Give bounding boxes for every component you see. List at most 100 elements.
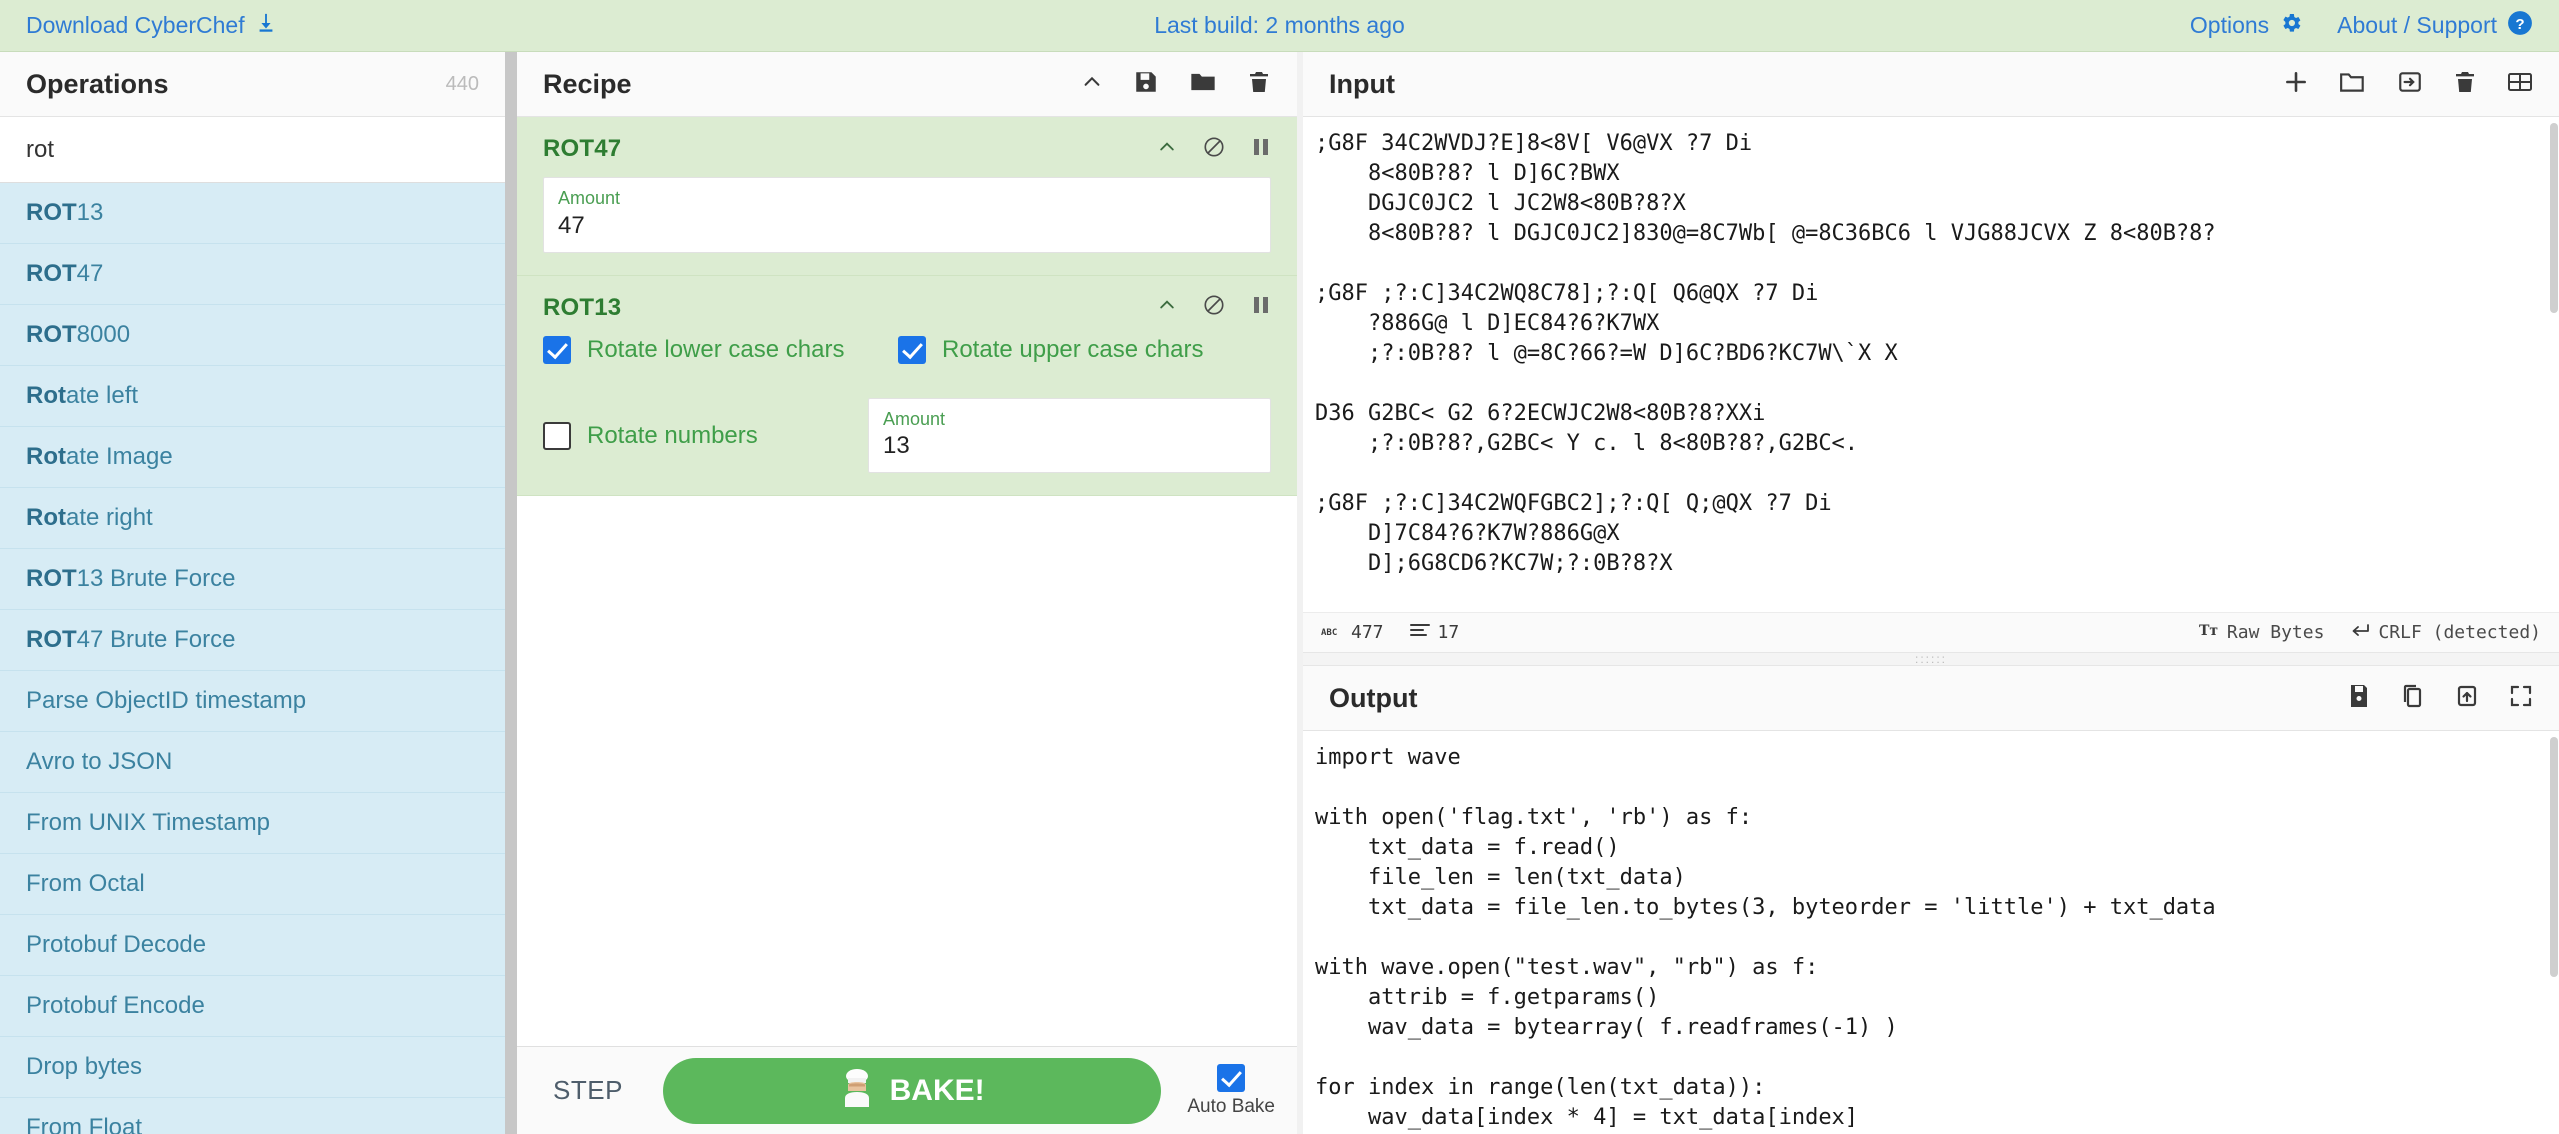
output-title: Output bbox=[1329, 682, 1418, 713]
ingredient-value[interactable]: 13 bbox=[883, 430, 1256, 461]
input-text[interactable]: ;G8F 34C2WVDJ?E]8<8V[ V6@VX ?7 Di 8<80B?… bbox=[1315, 129, 2559, 579]
options-button[interactable]: Options bbox=[2190, 11, 2303, 41]
operations-search-input[interactable] bbox=[0, 117, 505, 183]
abc-icon: ABC bbox=[1321, 622, 1343, 643]
ingredient-checkbox[interactable] bbox=[543, 335, 571, 364]
input-header-icons bbox=[2283, 69, 2533, 100]
ingredient-field[interactable]: Amount 13 bbox=[868, 397, 1271, 474]
operation-label: From Float bbox=[26, 1114, 143, 1134]
download-cyberchef-link[interactable]: Download CyberChef bbox=[26, 12, 277, 40]
ingredient-checkbox-group[interactable]: Rotate lower case chars bbox=[543, 335, 898, 364]
open-input-icon[interactable] bbox=[2397, 69, 2423, 100]
chevron-up-icon[interactable] bbox=[1081, 71, 1103, 98]
save-recipe-icon[interactable] bbox=[1133, 69, 1159, 100]
chevron-up-icon[interactable] bbox=[1157, 137, 1177, 162]
operations-header: Operations 440 bbox=[0, 52, 505, 117]
input-line-ending-button[interactable]: CRLF (detected) bbox=[2350, 622, 2541, 643]
operation-list-item[interactable]: From UNIX Timestamp bbox=[0, 793, 505, 854]
operation-label: ate Image bbox=[65, 443, 173, 470]
operation-list-item[interactable]: ROT 47 bbox=[0, 244, 505, 305]
operation-list-item[interactable]: Protobuf Encode bbox=[0, 976, 505, 1037]
input-scrollbar[interactable] bbox=[2549, 117, 2559, 612]
ingredient-label: Amount bbox=[558, 188, 621, 208]
operation-label: Parse ObjectID timestamp bbox=[26, 687, 307, 714]
input-encoding-button[interactable]: Tт Raw Bytes bbox=[2199, 622, 2325, 643]
recipe-operation-header: ROT13 bbox=[517, 276, 1297, 332]
auto-bake-toggle[interactable]: Auto Bake bbox=[1187, 1063, 1275, 1118]
operation-list-item[interactable]: From Octal bbox=[0, 854, 505, 915]
operation-match-prefix: Rot bbox=[26, 504, 66, 531]
operation-label: 47 bbox=[76, 260, 104, 287]
operation-label: From Octal bbox=[26, 870, 145, 897]
add-tab-icon[interactable] bbox=[2283, 69, 2309, 100]
enter-icon bbox=[2350, 622, 2370, 643]
gear-icon bbox=[2279, 11, 2303, 41]
output-text[interactable]: import wave with open('flag.txt', 'rb') … bbox=[1315, 743, 2559, 1134]
operation-list-item[interactable]: From Float bbox=[0, 1098, 505, 1134]
ingredient-checkbox-group[interactable]: Rotate upper case chars bbox=[898, 335, 1203, 364]
recipe-operations-list[interactable]: ROT47 Amount 47 ROT13 Rotate lower case char… bbox=[517, 117, 1297, 1046]
recipe-operation[interactable]: ROT13 Rotate lower case chars Rotate upper… bbox=[517, 275, 1297, 497]
bake-button[interactable]: BAKE! bbox=[662, 1057, 1162, 1124]
operation-label: 47 Brute Force bbox=[76, 626, 236, 653]
output-editor[interactable]: import wave with open('flag.txt', 'rb') … bbox=[1303, 731, 2559, 1134]
operation-list-item[interactable]: Rot ate Image bbox=[0, 427, 505, 488]
ingredient-field[interactable]: Amount 47 bbox=[543, 177, 1271, 253]
operation-list-item[interactable]: Rot ate right bbox=[0, 488, 505, 549]
pause-icon[interactable] bbox=[1251, 136, 1271, 163]
input-editor[interactable]: ;G8F 34C2WVDJ?E]8<8V[ V6@VX ?7 Di 8<80B?… bbox=[1303, 117, 2559, 612]
folder-open-icon[interactable] bbox=[2339, 69, 2367, 100]
lines-icon bbox=[1409, 622, 1430, 643]
operation-label: Avro to JSON bbox=[26, 748, 173, 775]
replace-input-icon[interactable] bbox=[2455, 683, 2479, 714]
ingredient-checkbox-group[interactable]: Rotate numbers bbox=[543, 421, 868, 450]
input-length-value: 477 bbox=[1351, 622, 1384, 643]
ingredient-checkbox-label: Rotate lower case chars bbox=[587, 335, 845, 363]
input-length-group: ABC 477 bbox=[1321, 622, 1384, 643]
save-output-icon[interactable] bbox=[2347, 683, 2371, 714]
operation-match-prefix: ROT bbox=[26, 199, 77, 226]
input-output-splitter[interactable]: :::::: bbox=[1303, 652, 2559, 666]
operation-label: ate left bbox=[65, 382, 139, 409]
text-format-icon: Tт bbox=[2199, 622, 2219, 643]
trash-icon[interactable] bbox=[1247, 70, 1271, 99]
operations-title: Operations bbox=[26, 68, 169, 99]
operation-match-prefix: ROT bbox=[26, 260, 77, 287]
reset-layout-icon[interactable] bbox=[2507, 70, 2533, 99]
clear-io-icon[interactable] bbox=[2453, 70, 2477, 99]
last-build-link[interactable]: Last build: 2 months ago bbox=[1154, 12, 1405, 39]
operation-label: Protobuf Decode bbox=[26, 931, 207, 958]
operation-list-item[interactable]: Parse ObjectID timestamp bbox=[0, 671, 505, 732]
operation-list-item[interactable]: ROT 8000 bbox=[0, 305, 505, 366]
operation-label: 8000 bbox=[76, 321, 131, 348]
maximise-icon[interactable] bbox=[2509, 684, 2533, 713]
ingredient-checkbox[interactable] bbox=[898, 335, 926, 364]
ingredient-value[interactable]: 47 bbox=[558, 210, 1256, 241]
operation-list-item[interactable]: ROT 13 bbox=[0, 183, 505, 244]
copy-icon[interactable] bbox=[2401, 683, 2425, 714]
operation-list-item[interactable]: Avro to JSON bbox=[0, 732, 505, 793]
ingredient-checkbox[interactable] bbox=[543, 421, 571, 450]
operation-list-item[interactable]: ROT 13 Brute Force bbox=[0, 549, 505, 610]
input-lines-value: 17 bbox=[1437, 622, 1460, 643]
operation-list-item[interactable]: ROT 47 Brute Force bbox=[0, 610, 505, 671]
pause-icon[interactable] bbox=[1251, 294, 1271, 321]
disable-icon[interactable] bbox=[1203, 294, 1225, 321]
step-button[interactable]: STEP bbox=[539, 1067, 637, 1114]
operation-list-item[interactable]: Rot ate left bbox=[0, 366, 505, 427]
operation-list-item[interactable]: Protobuf Decode bbox=[0, 915, 505, 976]
auto-bake-label: Auto Bake bbox=[1187, 1095, 1275, 1117]
operations-recipe-splitter[interactable] bbox=[505, 52, 517, 1134]
about-support-button[interactable]: About / Support ? bbox=[2337, 10, 2533, 42]
operations-list[interactable]: ROT 13 ROT 47 ROT 8000 Rot ate left Rot ate Image… bbox=[0, 183, 505, 1134]
disable-icon[interactable] bbox=[1203, 136, 1225, 163]
banner-right-group: Options About / Support ? bbox=[2190, 10, 2533, 42]
recipe-operation[interactable]: ROT47 Amount 47 bbox=[517, 117, 1297, 276]
recipe-operation-name: ROT13 bbox=[543, 293, 622, 321]
folder-icon[interactable] bbox=[1189, 68, 1217, 101]
chevron-up-icon[interactable] bbox=[1157, 295, 1177, 320]
operation-list-item[interactable]: Drop bytes bbox=[0, 1037, 505, 1098]
auto-bake-checkbox[interactable] bbox=[1217, 1063, 1246, 1092]
recipe-operation-icons bbox=[1157, 136, 1271, 163]
output-scrollbar[interactable] bbox=[2549, 731, 2559, 1134]
